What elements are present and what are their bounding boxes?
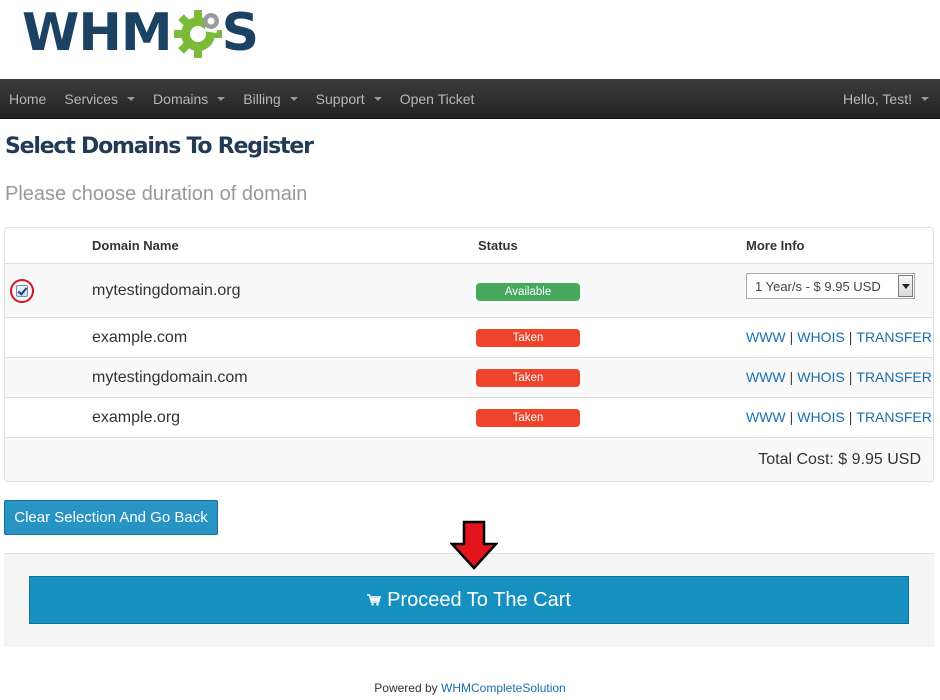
gear-logo-icon [173,7,222,59]
nav-support-label: Support [315,90,365,107]
more-info-links: WWW | WHOIS | TRANSFER [746,329,932,345]
nav-open-ticket[interactable]: Open Ticket [391,79,484,119]
caret-down-icon [217,96,226,101]
duration-select-value: 1 Year/s - $ 9.95 USD [755,278,881,294]
link-separator: | [789,409,794,425]
nav-user-label: Hello, Test! [843,90,912,107]
domain-select-checkbox[interactable] [16,285,28,297]
dropdown-arrow-icon[interactable] [898,275,913,297]
caret-down-icon [921,96,929,101]
table-row: example.com Taken WWW | WHOIS | TRANSFER [5,317,933,357]
shopping-cart-icon [367,594,382,606]
page-subtitle: Please choose duration of domain [5,183,308,205]
nav-services[interactable]: Services [55,79,144,119]
nav-home[interactable]: Home [0,79,55,119]
status-badge-taken: Taken [476,409,580,427]
www-link[interactable]: WWW [746,329,786,345]
more-info-links: WWW | WHOIS | TRANSFER [746,409,932,425]
clear-selection-label: Clear Selection And Go Back [14,509,208,526]
proceed-to-cart-label: Proceed To The Cart [387,588,571,611]
total-cost: Total Cost: $ 9.95 USD [758,451,921,468]
domain-name: example.org [92,409,181,426]
transfer-link[interactable]: TRANSFER [856,369,931,385]
caret-down-icon [373,96,382,101]
link-separator: | [848,369,853,385]
status-badge-taken: Taken [476,329,580,347]
link-separator: | [789,369,794,385]
total-row: Total Cost: $ 9.95 USD [5,437,933,481]
caret-down-icon [127,96,136,101]
nav-support[interactable]: Support [307,79,391,119]
logo-text-prefix: WHM [22,3,173,63]
more-info-links: WWW | WHOIS | TRANSFER [746,369,932,385]
www-link[interactable]: WWW [746,409,786,425]
nav-user-menu[interactable]: Hello, Test! [834,79,940,119]
proceed-to-cart-button[interactable]: Proceed To The Cart [29,576,909,624]
whois-link[interactable]: WHOIS [797,329,844,345]
checkbox-highlight-circle [10,279,34,303]
table-header: Domain Name Status More Info [5,228,933,263]
duration-select[interactable]: 1 Year/s - $ 9.95 USD [746,273,915,299]
link-separator: | [789,329,794,345]
domain-name: mytestingdomain.com [92,369,248,386]
domain-table: Domain Name Status More Info mytestingdo… [4,227,934,482]
table-row: mytestingdomain.com Taken WWW | WHOIS | TRAN… [5,357,933,397]
domain-name: example.com [92,329,188,346]
header-more-info: More Info [746,238,805,253]
nav-services-label: Services [64,90,119,107]
transfer-link[interactable]: TRANSFER [856,329,931,345]
logo-text-suffix: S [221,3,259,63]
nav-domains-label: Domains [153,90,209,107]
whois-link[interactable]: WHOIS [797,369,844,385]
nav-billing-label: Billing [243,90,281,107]
table-row: example.org Taken WWW | WHOIS | TRANSFER [5,397,933,437]
status-badge-taken: Taken [476,369,580,387]
caret-down-icon [289,96,298,101]
whois-link[interactable]: WHOIS [797,409,844,425]
clear-selection-button[interactable]: Clear Selection And Go Back [4,500,218,535]
www-link[interactable]: WWW [746,369,786,385]
link-separator: | [848,409,853,425]
transfer-link[interactable]: TRANSFER [856,409,931,425]
red-down-arrow-icon [450,520,498,570]
footer-prefix: Powered by [374,681,438,695]
header-status: Status [478,238,518,253]
domain-name: mytestingdomain.org [92,282,241,299]
nav-domains[interactable]: Domains [144,79,234,119]
status-badge-available: Available [476,283,580,301]
nav-billing[interactable]: Billing [234,79,306,119]
nav-home-label: Home [9,90,47,107]
whmcs-logo[interactable]: WHM S [22,2,259,64]
footer-whmcs-link[interactable]: WHMCompleteSolution [441,681,566,695]
page-title: Select Domains To Register [5,134,314,159]
main-navbar: Home Services Domains Billing Support Op… [0,79,940,119]
footer: Powered by WHMCompleteSolution [0,681,940,695]
nav-open-ticket-label: Open Ticket [399,90,475,107]
link-separator: | [848,329,853,345]
header-domain-name: Domain Name [92,238,179,253]
table-row: mytestingdomain.org Available 1 Year/s -… [5,263,933,317]
